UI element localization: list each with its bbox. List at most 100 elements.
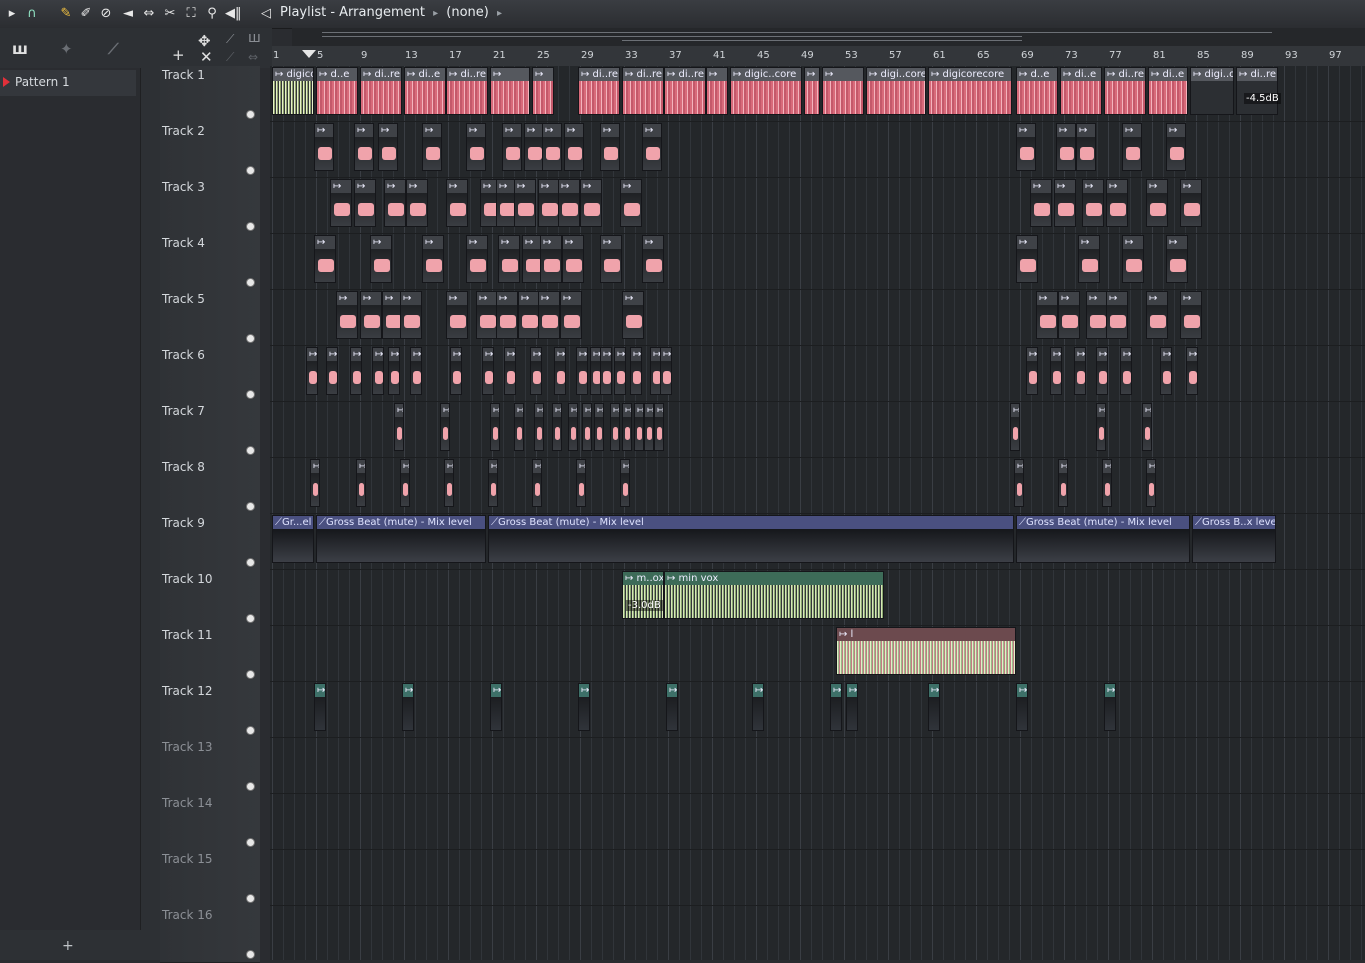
audio-clip[interactable]: ↦ [356,459,366,507]
audio-clip[interactable]: ↦ [1180,179,1202,227]
pattern-item[interactable]: Pattern 1 [0,70,136,96]
audio-clip[interactable]: ↦ [634,403,644,451]
track-mute-led[interactable] [246,278,255,287]
zoom-icon[interactable]: ⚲ [204,6,220,22]
audio-clip[interactable]: ↦ m..ox [622,571,664,619]
track-header[interactable]: Track 13 [160,738,260,795]
audio-clip[interactable]: ↦ [538,291,560,339]
audio-clip[interactable]: ↦ [1120,347,1132,395]
audio-clip[interactable]: ↦ [444,459,454,507]
slice-icon[interactable]: ✂ [162,6,178,22]
select-icon[interactable]: ⛶ [183,6,199,22]
audio-clip[interactable]: ↦ [1096,403,1106,451]
curve-icon[interactable]: ⟋ [226,50,234,65]
audio-clip[interactable]: ↦ l [836,627,1016,675]
audio-clip[interactable]: ↦ [1146,179,1168,227]
audio-clip[interactable]: ↦ [630,347,642,395]
audio-clip[interactable]: ↦ [642,123,662,171]
play-icon[interactable]: ▸ [4,6,20,22]
audio-clip[interactable]: ↦ [440,403,450,451]
audio-clip[interactable]: ↦ [1122,123,1142,171]
audio-clip[interactable]: ↦ [354,179,376,227]
audio-clip[interactable]: ↦ [1074,347,1086,395]
audio-clip[interactable]: ↦ [1122,235,1144,283]
automation-point-clip[interactable]: ↦ [1016,683,1028,731]
audio-clip[interactable]: ↦ [450,347,462,395]
audio-clip[interactable]: ↦ [1010,403,1020,451]
audio-clip[interactable]: ↦ [620,459,630,507]
track-mute-led[interactable] [246,894,255,903]
audio-clip[interactable]: ↦ [568,403,578,451]
track-header[interactable]: Track 16 [160,906,260,963]
audio-clip[interactable]: ↦ [314,123,334,171]
track-header[interactable]: Track 10 [160,570,260,627]
audio-clip[interactable]: ↦ [1016,235,1038,283]
audio-clip[interactable]: ↦ [1160,347,1172,395]
audio-clip[interactable]: ↦ [306,347,318,395]
magnet-icon[interactable]: ∩ [24,6,40,22]
audio-clip[interactable]: ↦ [1058,459,1068,507]
audio-clip[interactable]: ↦ [446,291,468,339]
audio-clip[interactable]: ↦ [496,291,518,339]
audio-clip[interactable]: ↦ [582,403,592,451]
automation-point-clip[interactable]: ↦ [1104,683,1116,731]
track-mute-led[interactable] [246,782,255,791]
track-header[interactable]: Track 12 [160,682,260,739]
audio-clip[interactable]: ↦ [1142,403,1152,451]
audio-clip[interactable]: ↦ [1016,123,1036,171]
audio-clip[interactable]: ↦ [532,459,542,507]
audio-clip[interactable]: ↦ [1166,123,1186,171]
audio-clip[interactable]: ↦ [360,291,382,339]
audio-clip[interactable]: ↦ [620,179,642,227]
audio-clip[interactable]: ↦ di..e [404,67,446,115]
track-mute-led[interactable] [246,614,255,623]
audio-clip[interactable]: ↦ [502,123,522,171]
audio-clip[interactable]: ↦ [1058,291,1080,339]
audio-clip[interactable]: ↦ [388,347,400,395]
automation-clip[interactable]: ⟋Gr...el [272,515,314,563]
piano-icon[interactable]: ш [248,30,261,46]
audio-clip[interactable]: ↦ di..e [1148,67,1188,115]
track-mute-led[interactable] [246,110,255,119]
audio-clip[interactable]: ↦ di..re [360,67,402,115]
audio-clip[interactable]: ↦ di..re [622,67,664,115]
audio-clip[interactable]: ↦ digicorecore [928,67,1012,115]
audio-wave-icon[interactable]: ✦ [60,40,73,58]
audio-clip[interactable]: ↦ [378,123,398,171]
audio-clip[interactable]: ↦ [1166,235,1188,283]
timeline-ruler[interactable]: 1 5 9 13 17 21 25 29 33 37 41 45 49 53 57 61 65 69 73 77 81 8… [272,46,1365,67]
audio-clip[interactable]: ↦ [504,347,516,395]
audio-clip[interactable]: ↦ [540,235,562,283]
audio-clip[interactable]: ↦ [466,123,486,171]
track-header[interactable]: Track 2 [160,122,260,179]
audio-clip[interactable]: ↦ [446,179,468,227]
audio-clip[interactable]: ↦ di..re [578,67,620,115]
audio-clip[interactable]: ↦ [406,179,428,227]
audio-clip[interactable]: ↦ [1050,347,1062,395]
audio-clip[interactable]: ↦ [594,403,604,451]
audio-clip[interactable]: ↦ [400,459,410,507]
audio-clip[interactable]: ↦ [1078,235,1100,283]
audio-clip[interactable]: ↦ [600,235,622,283]
audio-clip[interactable]: ↦ [498,235,520,283]
track-header[interactable]: Track 11 [160,626,260,683]
automation-clip[interactable]: ⟋Gross Beat (mute) - Mix level [316,515,486,563]
track-header[interactable]: Track 5 [160,290,260,347]
track-mute-led[interactable] [246,334,255,343]
audio-clip[interactable]: ↦ [1082,179,1104,227]
audio-clip[interactable]: ↦ [552,403,562,451]
audio-clip[interactable]: ↦ [576,347,588,395]
track-mute-led[interactable] [246,502,255,511]
audio-clip[interactable]: ↦ [372,347,384,395]
audio-clip[interactable]: ↦ [354,123,374,171]
audio-clip[interactable]: ↦ [564,123,584,171]
track-header[interactable]: Track 1 [160,66,260,123]
chevron-right-icon[interactable]: ▸ [497,8,502,19]
automation-point-clip[interactable]: ↦ [314,683,326,731]
audio-clip[interactable]: ↦ [336,291,358,339]
add-pattern-button[interactable]: + [62,938,74,954]
audio-clip[interactable]: ↦ [1102,459,1112,507]
audio-clip[interactable]: ↦ [384,179,406,227]
audio-clip[interactable]: ↦ [310,459,320,507]
audio-clip[interactable]: ↦ [1106,291,1128,339]
